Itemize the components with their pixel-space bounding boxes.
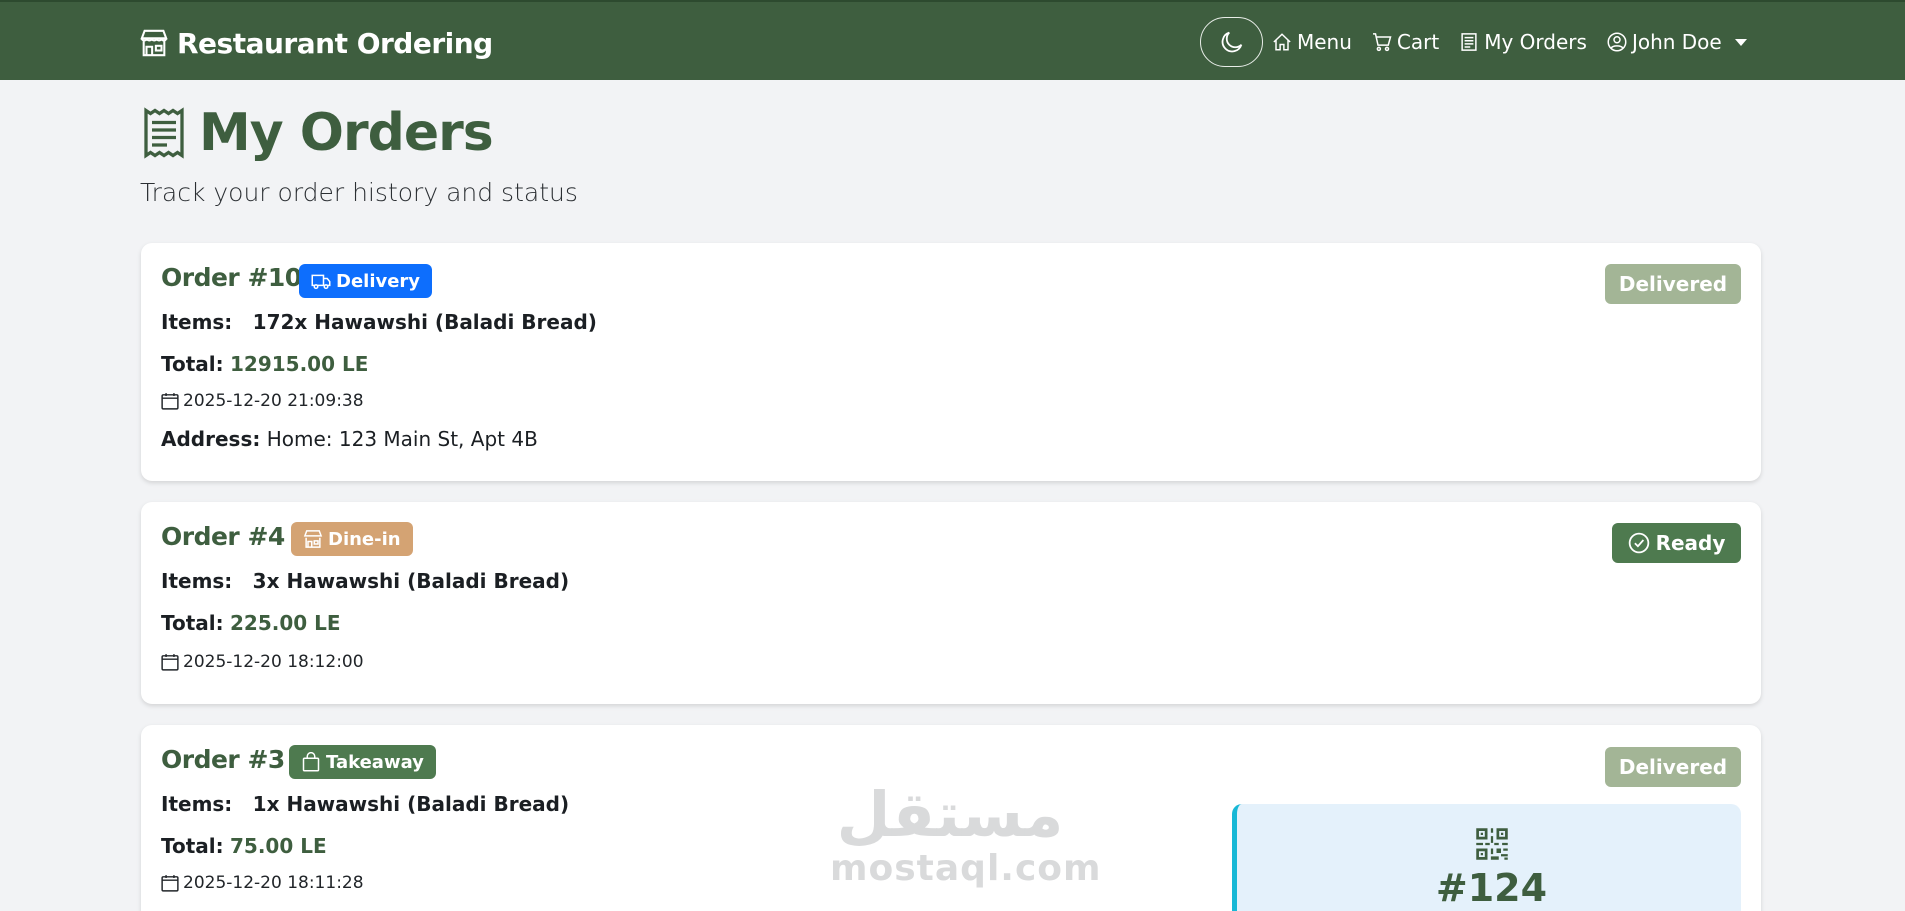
items-label: Items: (161, 792, 233, 816)
order-date: 2025-12-20 18:12:00 (161, 652, 364, 672)
order-type-label: Takeaway (326, 751, 424, 773)
order-total: Total: 225.00 LE (161, 611, 341, 635)
order-date: 2025-12-20 21:09:38 (161, 391, 364, 411)
truck-icon (311, 274, 331, 290)
brand-name: Restaurant Ordering (177, 26, 493, 60)
nav-orders-label: My Orders (1484, 30, 1587, 54)
order-date: 2025-12-20 18:11:28 (161, 873, 364, 893)
calendar-icon (161, 875, 179, 892)
order-items: Items: 3x Hawawshi (Baladi Bread) (161, 569, 569, 593)
total-label: Total: (161, 611, 224, 635)
address-label: Address: (161, 427, 261, 451)
chevron-down-icon (1734, 38, 1747, 46)
nav-menu-link[interactable]: Menu (1272, 30, 1352, 54)
page-title-text: My Orders (199, 103, 494, 163)
theme-toggle-button[interactable] (1200, 17, 1263, 67)
order-number: Order #10 (161, 263, 302, 292)
nav-orders-link[interactable]: My Orders (1459, 30, 1587, 54)
calendar-icon (161, 393, 179, 410)
pickup-number: #124 (1435, 866, 1548, 910)
items-label: Items: (161, 569, 233, 593)
order-type-label: Dine-in (328, 528, 401, 550)
status-badge: Delivered (1605, 747, 1741, 787)
check-circle-icon (1628, 532, 1649, 554)
status-label: Delivered (1618, 272, 1728, 296)
page-title: My Orders (140, 103, 494, 163)
total-label: Total: (161, 352, 224, 376)
order-card: Order #4 Dine-in Ready Items: 3x Hawawsh… (141, 502, 1761, 704)
user-name: John Doe (1631, 30, 1722, 54)
page-subtitle: Track your order history and status (140, 178, 578, 207)
user-dropdown[interactable]: John Doe (1607, 30, 1747, 54)
shop-icon (140, 29, 168, 57)
house-icon (1273, 33, 1291, 51)
order-type-badge: Delivery (299, 264, 433, 298)
status-label: Delivered (1618, 755, 1728, 779)
status-badge: Ready (1612, 523, 1741, 563)
status-badge: Delivered (1605, 264, 1741, 304)
date-value: 2025-12-20 18:11:28 (183, 873, 364, 893)
order-number: Order #4 (161, 522, 285, 551)
order-type-label: Delivery (336, 270, 421, 292)
order-type-badge: Takeaway (289, 745, 436, 779)
status-label: Ready (1655, 531, 1726, 555)
brand[interactable]: Restaurant Ordering (139, 23, 493, 63)
moon-icon (1221, 31, 1242, 53)
receipt-icon (1461, 33, 1477, 51)
navbar-menu: Menu Cart My Orders John Doe (1200, 17, 1767, 67)
qr-code-icon (1476, 828, 1508, 860)
top-navbar: Restaurant Ordering Menu Cart My Orders … (0, 0, 1905, 80)
cart-icon (1372, 33, 1392, 52)
nav-cart-link[interactable]: Cart (1372, 30, 1439, 54)
order-address: Address: Home: 123 Main St, Apt 4B (161, 427, 538, 451)
order-number: Order #3 (161, 745, 285, 774)
order-total: Total: 75.00 LE (161, 834, 327, 858)
order-items: Items: 172x Hawawshi (Baladi Bread) (161, 310, 597, 334)
total-value: 75.00 LE (230, 834, 327, 858)
person-circle-icon (1607, 32, 1627, 52)
items-value: 172x Hawawshi (Baladi Bread) (252, 310, 597, 334)
pickup-code-box: #124 (1232, 804, 1741, 911)
total-value: 225.00 LE (230, 611, 341, 635)
order-card: Order #3 Takeaway Delivered Items: 1x Ha… (141, 725, 1761, 911)
items-label: Items: (161, 310, 233, 334)
nav-cart-label: Cart (1396, 30, 1440, 54)
order-total: Total: 12915.00 LE (161, 352, 368, 376)
items-value: 1x Hawawshi (Baladi Bread) (252, 792, 570, 816)
receipt-icon (144, 107, 184, 159)
calendar-icon (161, 654, 179, 671)
total-value: 12915.00 LE (230, 352, 369, 376)
bag-icon (302, 752, 320, 772)
total-label: Total: (161, 834, 224, 858)
order-card: Order #10 Delivery Delivered Items: 172x… (141, 243, 1761, 481)
shop-icon (303, 530, 323, 548)
nav-menu-label: Menu (1297, 30, 1352, 54)
date-value: 2025-12-20 21:09:38 (183, 391, 364, 411)
order-items: Items: 1x Hawawshi (Baladi Bread) (161, 792, 569, 816)
address-value: Home: 123 Main St, Apt 4B (266, 427, 538, 451)
order-type-badge: Dine-in (291, 522, 413, 556)
items-value: 3x Hawawshi (Baladi Bread) (252, 569, 570, 593)
date-value: 2025-12-20 18:12:00 (183, 652, 364, 672)
